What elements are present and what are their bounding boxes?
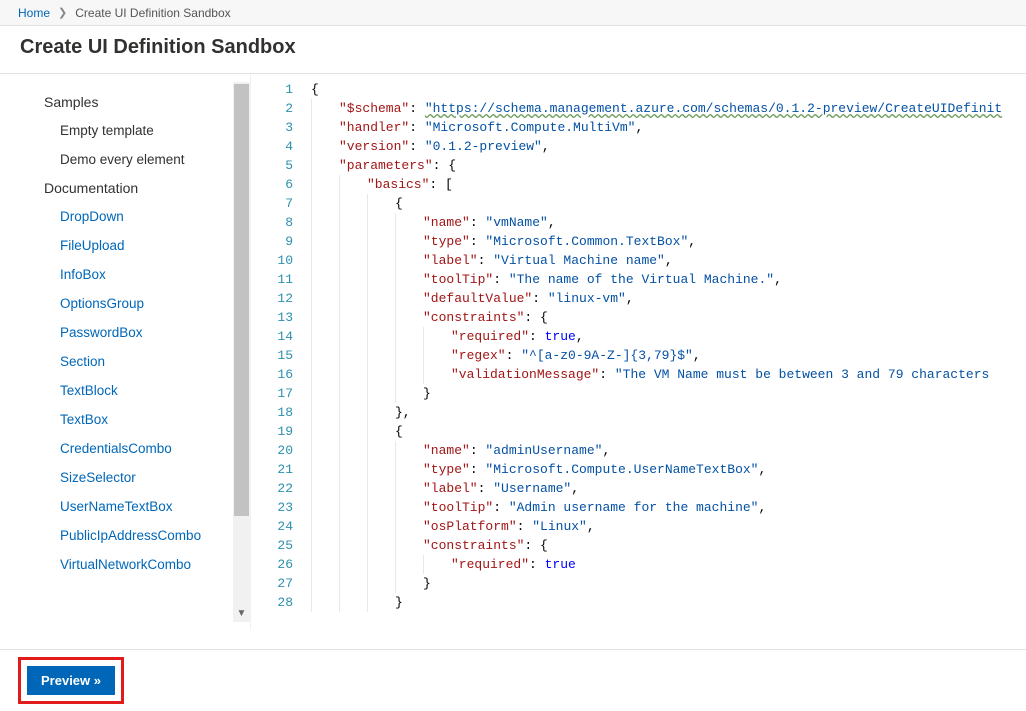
code-line[interactable]: "type": "Microsoft.Compute.UserNameTextB… xyxy=(311,460,1026,479)
sidebar-item-fileupload[interactable]: FileUpload xyxy=(10,231,250,260)
code-line[interactable]: "type": "Microsoft.Common.TextBox", xyxy=(311,232,1026,251)
sidebar-item-passwordbox[interactable]: PasswordBox xyxy=(10,318,250,347)
sidebar-item-credentialscombo[interactable]: CredentialsCombo xyxy=(10,434,250,463)
scroll-down-icon[interactable]: ▼ xyxy=(233,608,250,622)
code-line[interactable]: "required": true, xyxy=(311,327,1026,346)
sidebar-item-empty-template[interactable]: Empty template xyxy=(10,116,250,145)
code-line[interactable]: "$schema": "https://schema.management.az… xyxy=(311,99,1026,118)
scroll-thumb[interactable] xyxy=(234,84,249,516)
code-line[interactable]: } xyxy=(311,593,1026,612)
code-line[interactable]: } xyxy=(311,384,1026,403)
sidebar-heading: Documentation xyxy=(10,174,250,202)
sidebar-scrollbar[interactable]: ▲ ▼ xyxy=(233,82,250,622)
code-line[interactable]: "basics": [ xyxy=(311,175,1026,194)
footer: Preview » xyxy=(0,649,1026,711)
code-line[interactable]: "validationMessage": "The VM Name must b… xyxy=(311,365,1026,384)
code-editor[interactable]: 1234567891011121314151617181920212223242… xyxy=(250,74,1026,630)
code-line[interactable]: "defaultValue": "linux-vm", xyxy=(311,289,1026,308)
breadcrumb-current: Create UI Definition Sandbox xyxy=(75,6,230,20)
sidebar-heading: Samples xyxy=(10,88,250,116)
code-line[interactable]: }, xyxy=(311,403,1026,422)
code-line[interactable]: "version": "0.1.2-preview", xyxy=(311,137,1026,156)
chevron-right-icon: ❯ xyxy=(58,6,67,19)
code-area[interactable]: {"$schema": "https://schema.management.a… xyxy=(311,74,1026,630)
code-line[interactable]: { xyxy=(311,422,1026,441)
code-line[interactable]: "required": true xyxy=(311,555,1026,574)
code-line[interactable]: "label": "Username", xyxy=(311,479,1026,498)
code-line[interactable]: "osPlatform": "Linux", xyxy=(311,517,1026,536)
sidebar-item-textblock[interactable]: TextBlock xyxy=(10,376,250,405)
code-line[interactable]: "toolTip": "The name of the Virtual Mach… xyxy=(311,270,1026,289)
sidebar-item-usernametextbox[interactable]: UserNameTextBox xyxy=(10,492,250,521)
preview-highlight: Preview » xyxy=(18,657,124,704)
code-line[interactable]: "constraints": { xyxy=(311,536,1026,555)
workspace: ▲ ▼ SamplesEmpty templateDemo every elem… xyxy=(0,74,1026,630)
code-line[interactable]: { xyxy=(311,194,1026,213)
sidebar-item-infobox[interactable]: InfoBox xyxy=(10,260,250,289)
sidebar-item-optionsgroup[interactable]: OptionsGroup xyxy=(10,289,250,318)
page-title: Create UI Definition Sandbox xyxy=(0,26,1026,74)
breadcrumb: Home ❯ Create UI Definition Sandbox xyxy=(0,0,1026,26)
sidebar: ▲ ▼ SamplesEmpty templateDemo every elem… xyxy=(0,74,250,630)
preview-button[interactable]: Preview » xyxy=(27,666,115,695)
code-line[interactable]: } xyxy=(311,574,1026,593)
sidebar-item-virtualnetworkcombo[interactable]: VirtualNetworkCombo xyxy=(10,550,250,579)
code-line[interactable]: "name": "adminUsername", xyxy=(311,441,1026,460)
code-line[interactable]: { xyxy=(311,80,1026,99)
sidebar-item-section[interactable]: Section xyxy=(10,347,250,376)
code-line[interactable]: "label": "Virtual Machine name", xyxy=(311,251,1026,270)
code-line[interactable]: "name": "vmName", xyxy=(311,213,1026,232)
sidebar-item-dropdown[interactable]: DropDown xyxy=(10,202,250,231)
sidebar-item-demo-every-element[interactable]: Demo every element xyxy=(10,145,250,174)
sidebar-item-textbox[interactable]: TextBox xyxy=(10,405,250,434)
code-line[interactable]: "toolTip": "Admin username for the machi… xyxy=(311,498,1026,517)
sidebar-item-sizeselector[interactable]: SizeSelector xyxy=(10,463,250,492)
breadcrumb-home[interactable]: Home xyxy=(18,6,50,20)
line-number-gutter: 1234567891011121314151617181920212223242… xyxy=(251,74,311,630)
code-line[interactable]: "handler": "Microsoft.Compute.MultiVm", xyxy=(311,118,1026,137)
code-line[interactable]: "parameters": { xyxy=(311,156,1026,175)
code-line[interactable]: "regex": "^[a-z0-9A-Z-]{3,79}$", xyxy=(311,346,1026,365)
sidebar-item-publicipaddresscombo[interactable]: PublicIpAddressCombo xyxy=(10,521,250,550)
code-line[interactable]: "constraints": { xyxy=(311,308,1026,327)
